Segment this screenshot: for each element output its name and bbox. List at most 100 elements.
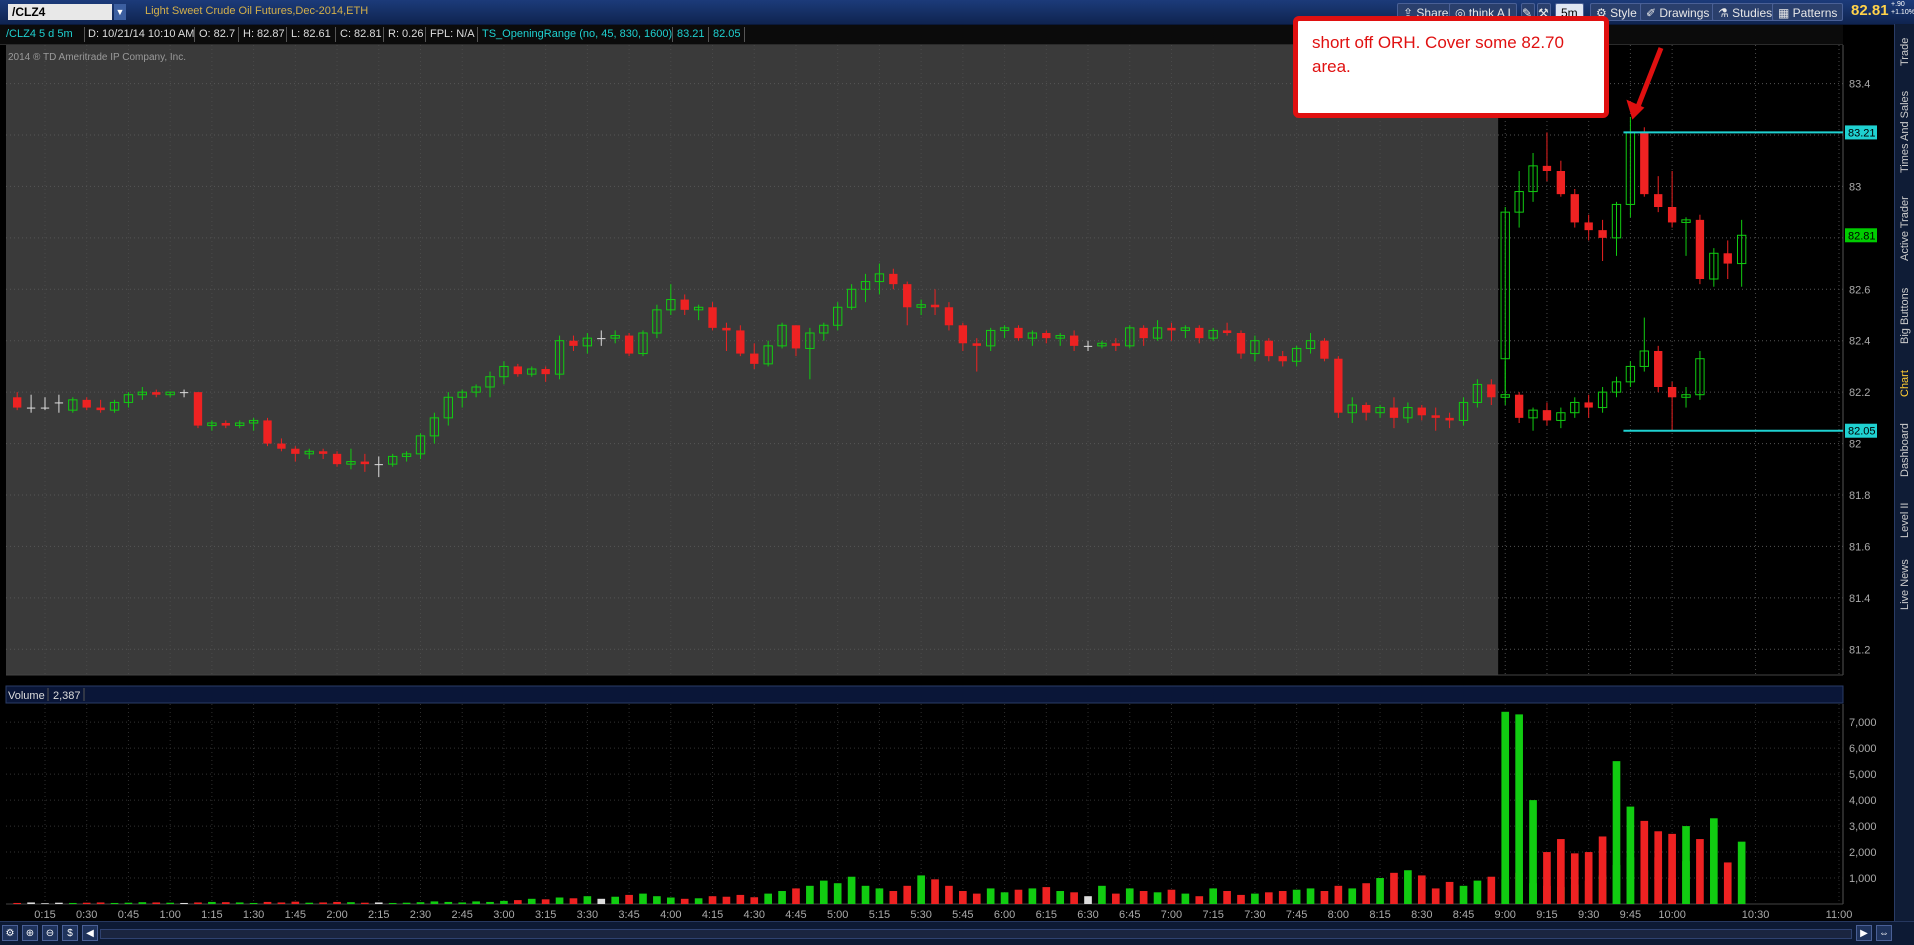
price-pane[interactable]: 83.483.28382.882.682.482.28281.881.681.4… <box>6 45 1877 676</box>
volume-bar <box>1459 885 1468 904</box>
candle-body <box>569 340 578 346</box>
time-tick-label: 8:00 <box>1328 909 1349 920</box>
volume-tick-label: 6,000 <box>1849 743 1877 755</box>
candle-body <box>1598 230 1607 238</box>
zoom-out-icon[interactable]: ⊖ <box>42 925 58 941</box>
volume-bar <box>1557 839 1565 904</box>
volume-bar <box>514 900 522 904</box>
volume-bar <box>1278 891 1287 904</box>
price-tick-label: 81.6 <box>1849 541 1870 553</box>
settings-icon[interactable]: ⚙ <box>2 925 18 941</box>
time-tick-label: 3:30 <box>577 909 598 920</box>
volume-bar <box>931 879 939 904</box>
candle-body <box>1278 356 1287 362</box>
tab-times-and-sales[interactable]: Times And Sales <box>1895 82 1914 182</box>
volume-bar <box>875 888 884 904</box>
volume-bar <box>1195 896 1204 904</box>
volume-bar <box>82 902 91 904</box>
volume-bar <box>1487 876 1496 904</box>
volume-bar <box>1737 841 1746 904</box>
candle-body <box>332 453 342 465</box>
candle-body <box>1417 407 1426 416</box>
scroll-right-icon[interactable]: ▶ <box>1856 925 1872 941</box>
price-tick-label: 83.4 <box>1849 79 1870 91</box>
candle-body <box>1570 194 1579 223</box>
volume-bar <box>1167 889 1176 904</box>
candle-body <box>13 397 22 408</box>
expand-icon[interactable]: ⇔ <box>1876 925 1892 941</box>
tab-chart[interactable]: Chart <box>1895 358 1914 410</box>
annotation-text: short off ORH. Cover some 82.70 area. <box>1312 33 1564 76</box>
price-tick-label: 82.6 <box>1849 284 1870 296</box>
candle-body <box>1083 345 1093 347</box>
annotation-callout[interactable]: short off ORH. Cover some 82.70 area. <box>1293 16 1609 118</box>
tab-big-buttons[interactable]: Big Buttons <box>1895 276 1914 356</box>
volume-bar <box>1209 888 1218 904</box>
candle-body <box>930 304 940 308</box>
price-volume-chart[interactable]: 83.483.28382.882.682.482.28281.881.681.4… <box>0 0 1894 920</box>
volume-bar <box>27 902 35 904</box>
right-side-tabs: Trade Times And Sales Active Trader Big … <box>1894 24 1914 932</box>
zoom-in-icon[interactable]: ⊕ <box>22 925 38 941</box>
volume-bar <box>708 896 717 904</box>
volume-bar <box>249 902 258 904</box>
candle-body <box>722 327 731 331</box>
volume-bar <box>319 902 327 904</box>
candle-body <box>221 423 230 426</box>
volume-bar <box>500 900 508 904</box>
candle-body <box>1236 333 1246 354</box>
price-tick-label: 81.8 <box>1849 490 1870 502</box>
time-tick-label: 10:30 <box>1742 909 1770 920</box>
volume-bar <box>1682 826 1690 904</box>
candle-body <box>152 392 161 395</box>
volume-bar <box>1042 887 1051 904</box>
candle-body <box>972 343 981 346</box>
volume-bar <box>194 902 202 904</box>
candle-body <box>1556 171 1566 195</box>
time-tick-label: 11:00 <box>1826 909 1853 920</box>
tab-level-ii[interactable]: Level II <box>1895 490 1914 550</box>
tab-live-news[interactable]: Live News <box>1895 552 1914 618</box>
horizontal-scrollbar[interactable] <box>100 929 1852 939</box>
tab-dashboard[interactable]: Dashboard <box>1895 412 1914 488</box>
time-tick-label: 4:15 <box>702 909 723 920</box>
volume-pane[interactable]: 0:15 0:30 0:45 1:00 1:15 1:30 1:45 2:00 2:15 2:30… <box>6 704 1877 920</box>
scroll-left-icon[interactable]: ◀ <box>82 925 98 941</box>
volume-bar <box>374 902 383 904</box>
time-tick-label: 4:45 <box>785 909 806 920</box>
volume-bar <box>1014 889 1023 904</box>
time-tick-label: 8:45 <box>1453 909 1474 920</box>
candle-body <box>708 307 717 328</box>
volume-bar <box>1362 883 1370 904</box>
candle-body <box>680 299 689 310</box>
volume-bar <box>1431 888 1440 904</box>
candle-body <box>82 399 91 408</box>
session-background <box>1498 45 1843 675</box>
candle-body <box>889 273 898 285</box>
time-tick-label: 5:00 <box>827 909 848 920</box>
time-tick-label: 2:15 <box>368 909 389 920</box>
candle-body <box>1487 384 1496 398</box>
volume-bar <box>277 902 286 904</box>
volume-bar <box>597 898 606 904</box>
candle-body <box>1264 340 1273 357</box>
candle-body <box>1111 343 1121 346</box>
candle-body <box>1542 410 1552 421</box>
volume-bar <box>819 880 828 904</box>
tab-active-trader[interactable]: Active Trader <box>1895 184 1914 274</box>
time-tick-label: 3:00 <box>493 909 514 920</box>
volume-tick-label: 1,000 <box>1849 873 1877 885</box>
volume-bar <box>41 903 49 904</box>
volume-bar <box>138 902 147 904</box>
volume-bar <box>889 891 898 904</box>
dollar-icon[interactable]: $ <box>62 925 78 941</box>
candle-body <box>1723 253 1732 264</box>
time-tick-label: 7:15 <box>1202 909 1223 920</box>
tab-trade[interactable]: Trade <box>1895 24 1914 80</box>
time-tick-label: 1:15 <box>201 909 222 920</box>
volume-bar <box>792 888 800 904</box>
volume-bar <box>555 897 564 904</box>
opening-range-high-tag: 83.21 <box>1848 127 1876 139</box>
time-tick-label: 7:45 <box>1286 909 1307 920</box>
candle-body <box>179 392 189 394</box>
